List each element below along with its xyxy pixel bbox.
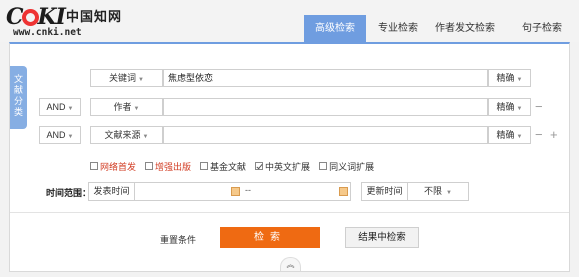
checkbox-box[interactable]	[90, 162, 98, 170]
side-tab-char: 献	[13, 85, 23, 95]
checkbox-enhanced-publication[interactable]: 增强出版	[145, 160, 191, 173]
checkbox-box-checked[interactable]	[255, 162, 264, 170]
remove-row-icon[interactable]: −	[535, 98, 543, 116]
match-select-label: 精确	[496, 73, 515, 83]
checkbox-box[interactable]	[319, 162, 328, 170]
side-tab-char: 分	[13, 96, 23, 106]
search-button[interactable]: 检索	[220, 227, 320, 248]
side-tab-char: 类	[13, 107, 23, 117]
remove-row-icon[interactable]: −	[535, 126, 543, 144]
match-select-author[interactable]: 精确 ▼	[488, 98, 531, 116]
chevron-down-icon: ▼	[516, 134, 523, 140]
field-select-label: 作者	[113, 102, 132, 112]
checkbox-label: 基金文献	[210, 161, 247, 172]
chevron-down-icon: ▼	[67, 106, 74, 112]
field-select-source[interactable]: 文献来源 ▼	[90, 126, 163, 144]
chevron-down-icon: ▼	[138, 77, 144, 83]
collapse-arrow-icon[interactable]: ︽	[280, 257, 301, 271]
chevron-down-icon: ▼	[67, 134, 74, 140]
logic-select-label: AND	[46, 130, 66, 140]
author-input[interactable]	[163, 98, 488, 116]
logic-select-source[interactable]: AND ▼	[39, 126, 81, 144]
checkbox-label: 增强出版	[155, 161, 192, 172]
tab-author-search[interactable]: 作者发文检索	[429, 15, 501, 42]
header: C KI 中国知网 www.cnki.net 高级检索 专业检索 作者发文检索 句…	[0, 0, 579, 42]
field-select-keyword[interactable]: 关键词 ▼	[90, 69, 163, 87]
chevron-down-icon: ▼	[142, 134, 149, 140]
chevron-down-icon: ▼	[133, 106, 140, 112]
logic-select-author[interactable]: AND ▼	[39, 98, 81, 116]
match-select-source[interactable]: 精确 ▼	[488, 126, 531, 144]
keyword-input-value: 焦虑型依恋	[168, 73, 214, 83]
search-options: 网络首发 增强出版 基金文献 中英文扩展 同义词扩展	[90, 160, 383, 172]
logo-url: www.cnki.net	[13, 27, 82, 38]
search-in-results-button[interactable]: 结果中检索	[345, 227, 419, 248]
tab-advanced-search[interactable]: 高级检索	[304, 15, 366, 42]
field-select-author[interactable]: 作者 ▼	[90, 98, 163, 116]
checkbox-box[interactable]	[145, 162, 154, 170]
literature-category-tab[interactable]: 文 献 分 类	[10, 66, 27, 129]
match-select-label: 精确	[496, 130, 515, 140]
publish-time-range: 发表时间 --	[88, 182, 351, 201]
update-time-value: 不限 ▼	[408, 183, 468, 200]
checkbox-label: 同义词扩展	[329, 161, 375, 172]
search-panel: 文 献 分 类 关键词 ▼ 焦虑型依恋 精确 ▼ AND ▼ 作者 ▼ 精确 ▼ − AN…	[9, 42, 570, 272]
side-tab-char: 文	[13, 74, 23, 84]
checkbox-label: 网络首发	[100, 161, 137, 172]
match-select-keyword[interactable]: 精确 ▼	[488, 69, 531, 87]
publish-time-label: 发表时间	[89, 183, 135, 200]
chevron-down-icon: ▼	[516, 106, 523, 112]
chevron-down-icon: ▼	[446, 190, 452, 196]
update-time-select[interactable]: 更新时间 不限 ▼	[361, 182, 469, 201]
checkbox-cn-en-expansion[interactable]: 中英文扩展	[255, 160, 310, 173]
calendar-icon[interactable]	[231, 187, 240, 196]
cnki-logo[interactable]: C KI 中国知网 www.cnki.net	[6, 4, 126, 38]
checkbox-box[interactable]	[200, 162, 209, 170]
logic-select-label: AND	[46, 102, 66, 112]
date-separator: --	[245, 185, 251, 195]
logo-chinese-text: 中国知网	[66, 10, 123, 25]
update-time-label: 更新时间	[362, 183, 408, 200]
checkbox-label: 中英文扩展	[265, 161, 311, 172]
update-time-value-text: 不限	[424, 186, 443, 196]
time-range-label: 时间范围：	[46, 188, 92, 198]
match-select-label: 精确	[496, 102, 515, 112]
reset-conditions-link[interactable]: 重置条件	[160, 230, 196, 250]
divider	[10, 212, 569, 213]
add-row-icon[interactable]: +	[550, 126, 558, 144]
tab-professional-search[interactable]: 专业检索	[368, 15, 428, 42]
keyword-input[interactable]: 焦虑型依恋	[163, 69, 488, 87]
search-tabs: 高级检索 专业检索 作者发文检索 句子检索	[304, 15, 579, 42]
source-input[interactable]	[163, 126, 488, 144]
checkbox-online-first[interactable]: 网络首发	[90, 160, 136, 173]
calendar-icon[interactable]	[339, 187, 348, 196]
checkbox-synonym-expansion[interactable]: 同义词扩展	[319, 160, 374, 173]
field-select-label: 文献来源	[104, 130, 141, 140]
field-select-label: 关键词	[109, 73, 137, 83]
checkbox-fund-literature[interactable]: 基金文献	[200, 160, 246, 173]
chevron-down-icon: ▼	[516, 77, 523, 83]
tab-sentence-search[interactable]: 句子检索	[504, 15, 579, 42]
